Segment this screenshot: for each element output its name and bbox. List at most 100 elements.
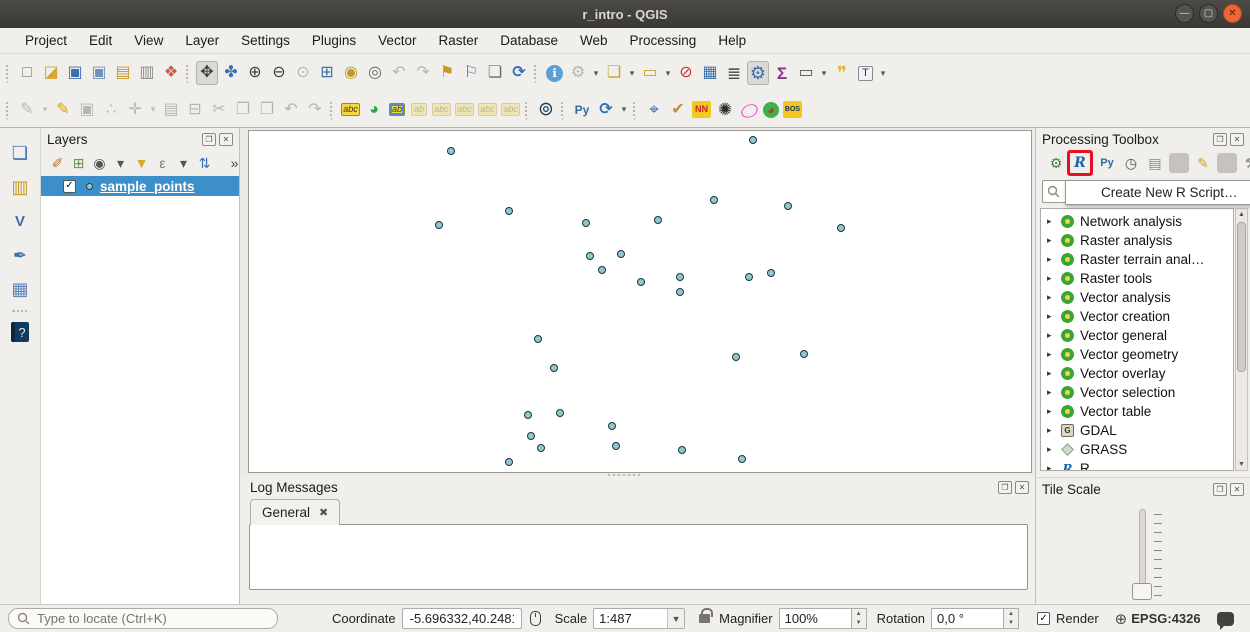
crs-status[interactable]: EPSG:4326	[1131, 611, 1200, 626]
expand-arrow-icon[interactable]	[1047, 216, 1059, 227]
toolbox-group-vector-geometry[interactable]: Vector geometry	[1041, 345, 1233, 364]
float-panel-button[interactable]: ❐	[1213, 133, 1227, 146]
attribute-table-icon[interactable]: ▦	[699, 61, 721, 85]
menu-project[interactable]: Project	[14, 28, 78, 53]
zoom-to-selection-icon[interactable]: ◎	[364, 61, 386, 85]
deselect-features-icon[interactable]: ⊘	[675, 61, 697, 85]
zoom-next-icon[interactable]: ↷	[412, 61, 434, 85]
python-console-icon[interactable]: Py	[571, 98, 593, 122]
dropdown-arrow[interactable]: ▾	[591, 61, 601, 85]
toggle-editing-icon[interactable]: ✎	[52, 98, 74, 122]
ellipse-plugin-icon[interactable]: ◯	[735, 97, 762, 122]
toolbox-group-vector-general[interactable]: Vector general	[1041, 326, 1233, 345]
paste-features-icon[interactable]: ❒	[256, 98, 278, 122]
zoom-full-icon[interactable]: ⊞	[316, 61, 338, 85]
expand-arrow-icon[interactable]	[1047, 254, 1059, 265]
expand-arrow-icon[interactable]	[1047, 292, 1059, 303]
dropdown-arrow[interactable]: ▾	[174, 153, 193, 173]
expand-arrow-icon[interactable]	[1047, 235, 1059, 246]
dropdown-arrow[interactable]: ▾	[663, 61, 673, 85]
redo-icon[interactable]: ↷	[304, 98, 326, 122]
coordinate-input[interactable]	[408, 610, 516, 627]
float-panel-button[interactable]: ❐	[202, 133, 216, 146]
processing-toolbox-icon[interactable]: ⚙	[747, 61, 769, 85]
tree-scrollbar[interactable]: ▲ ▼	[1235, 208, 1248, 471]
new-geopackage-layer-icon[interactable]: ▥	[9, 175, 31, 199]
menu-web[interactable]: Web	[569, 28, 619, 53]
dropdown-arrow[interactable]: ▾	[627, 61, 637, 85]
menu-raster[interactable]: Raster	[427, 28, 489, 53]
r-scripts-icon[interactable]: R	[1070, 153, 1090, 173]
maximize-button[interactable]: ▢	[1199, 4, 1218, 23]
topology-checker-icon[interactable]: ✔	[667, 98, 689, 122]
save-layer-edits-icon[interactable]: ▣	[76, 98, 98, 122]
toolbox-group-vector-table[interactable]: Vector table	[1041, 402, 1233, 421]
layer-visibility-checkbox[interactable]: ✓	[63, 180, 76, 193]
fan-plugin-icon[interactable]: ✺	[714, 98, 736, 122]
statistical-summary-icon[interactable]: Σ	[771, 61, 793, 85]
scroll-up-icon[interactable]: ▲	[1236, 209, 1247, 220]
rotate-label-icon[interactable]: abc	[478, 103, 497, 116]
new-virtual-layer-icon[interactable]: ▦	[9, 277, 31, 301]
select-by-form-icon[interactable]: ▭	[639, 61, 661, 85]
messages-bubble-icon[interactable]	[1217, 612, 1234, 626]
change-label-icon[interactable]: abc	[501, 103, 520, 116]
new-project-icon[interactable]: □	[16, 61, 38, 85]
close-panel-button[interactable]: ✕	[219, 133, 233, 146]
dropdown-arrow[interactable]: ▾	[878, 61, 888, 85]
spin-up-icon[interactable]: ▲	[852, 609, 866, 619]
magnifier-spinbox[interactable]: 100% ▲ ▼	[779, 608, 867, 629]
layer-diagram-icon[interactable]: ◕	[363, 98, 385, 122]
zoom-out-icon[interactable]: ⊖	[268, 61, 290, 85]
log-tab-general[interactable]: General ✖	[250, 499, 340, 525]
dropdown-arrow[interactable]: ▾	[40, 98, 50, 122]
layer-item-sample-points[interactable]: ✓ sample_points	[41, 176, 239, 196]
show-hide-labels-icon[interactable]: abc	[432, 103, 451, 116]
field-calculator-icon[interactable]: ≣	[723, 61, 745, 85]
menu-view[interactable]: View	[123, 28, 174, 53]
layer-labeling-icon[interactable]: abc	[341, 103, 360, 116]
panel-overflow-icon[interactable]: »	[225, 153, 244, 173]
menu-vector[interactable]: Vector	[367, 28, 427, 53]
options-icon[interactable]: ⚒	[1241, 153, 1250, 173]
spin-down-icon[interactable]: ▼	[1004, 619, 1018, 629]
swirl-plugin-icon[interactable]: ◕	[763, 102, 779, 118]
layout-manager-icon[interactable]: ▥	[136, 61, 158, 85]
results-viewer-icon[interactable]: ▤	[1145, 153, 1165, 173]
plugin-reload-icon[interactable]: ⟳	[595, 98, 617, 122]
new-bookmark-icon[interactable]: ⚑	[436, 61, 458, 85]
expand-arrow-icon[interactable]	[1047, 330, 1059, 341]
map-tips-icon[interactable]: ❞	[831, 61, 853, 85]
select-features-icon[interactable]: ❏	[603, 61, 625, 85]
highlight-pinned-labels-icon[interactable]: ab	[411, 103, 427, 116]
zoom-in-icon[interactable]: ⊕	[244, 61, 266, 85]
current-edits-icon[interactable]: ✎	[16, 98, 38, 122]
locator-search[interactable]	[8, 608, 278, 629]
expand-arrow-icon[interactable]	[1047, 349, 1059, 360]
create-new-r-script-menu-item[interactable]: Create New R Script…	[1065, 180, 1250, 205]
new-spatialite-layer-icon[interactable]: ✒	[9, 243, 31, 267]
menu-settings[interactable]: Settings	[230, 28, 301, 53]
menu-plugins[interactable]: Plugins	[301, 28, 367, 53]
scroll-down-icon[interactable]: ▼	[1236, 459, 1247, 470]
map-themes-icon[interactable]: ◉	[90, 153, 109, 173]
expand-arrow-icon[interactable]	[1047, 444, 1059, 455]
bos-plugin-icon[interactable]: BOS	[783, 101, 802, 118]
dropdown-arrow[interactable]: ▾	[819, 61, 829, 85]
pan-map-icon[interactable]: ✥	[196, 61, 218, 85]
float-panel-button[interactable]: ❐	[998, 481, 1012, 494]
new-print-layout-icon[interactable]: ▤	[112, 61, 134, 85]
tile-scale-slider-handle[interactable]	[1132, 583, 1152, 600]
toolbox-group-vector-analysis[interactable]: Vector analysis	[1041, 288, 1233, 307]
show-bookmarks-icon[interactable]: ⚐	[460, 61, 482, 85]
help-icon[interactable]: ?	[11, 322, 29, 342]
text-annotation-icon[interactable]: T	[858, 66, 873, 81]
measure-icon[interactable]: ▭	[795, 61, 817, 85]
expand-arrow-icon[interactable]	[1047, 463, 1059, 471]
edit-in-place-icon[interactable]: ✎	[1193, 153, 1213, 173]
cut-features-icon[interactable]: ✂	[208, 98, 230, 122]
toolbox-group-raster-analysis[interactable]: Raster analysis	[1041, 231, 1233, 250]
expand-arrow-icon[interactable]	[1047, 368, 1059, 379]
style-manager-icon[interactable]: ❖	[160, 61, 182, 85]
metasearch-icon[interactable]: ⊚	[535, 98, 557, 122]
